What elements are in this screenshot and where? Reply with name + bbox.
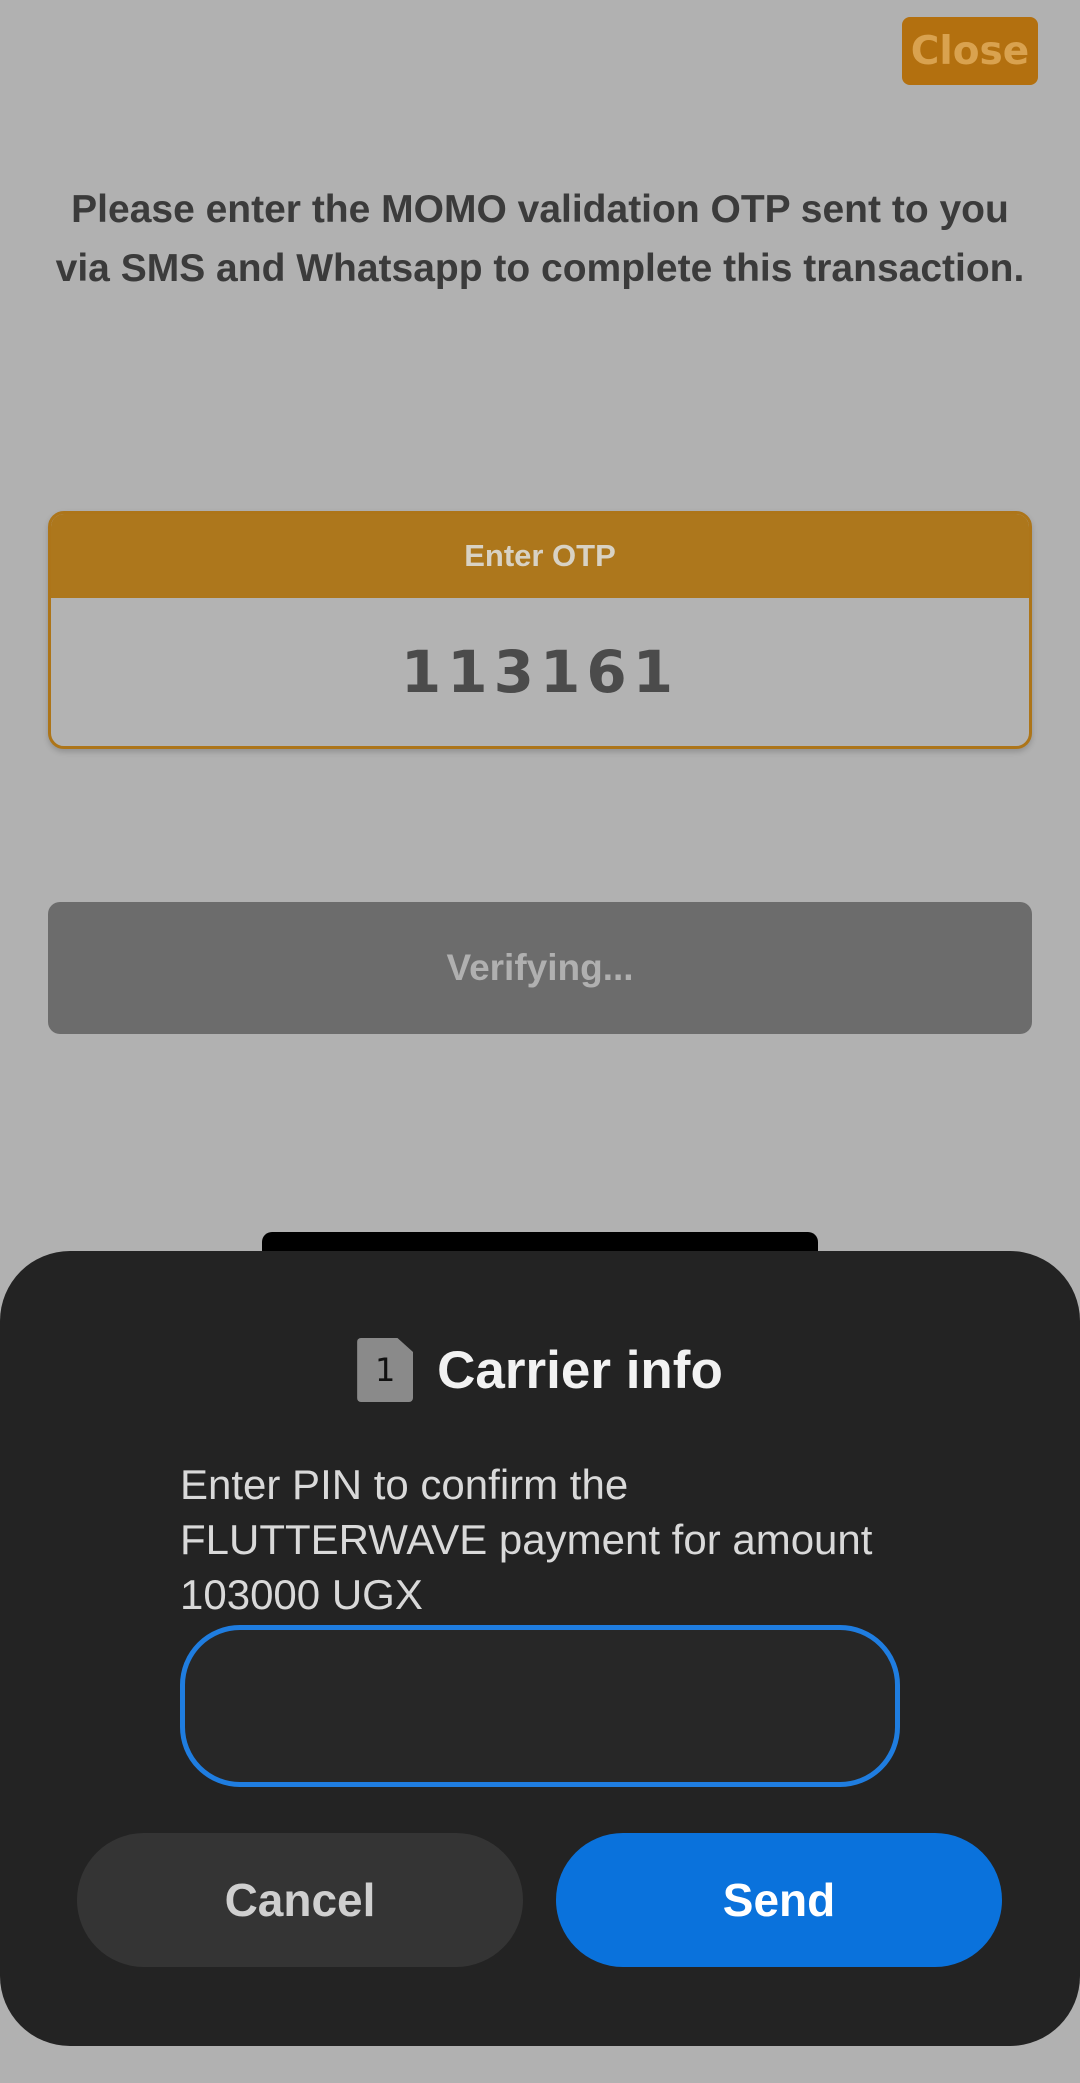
verifying-button[interactable]: Verifying... bbox=[48, 902, 1032, 1034]
sim-slot-number: 1 bbox=[374, 1351, 396, 1389]
dialog-title: Carrier info bbox=[437, 1340, 723, 1400]
otp-header: Enter OTP bbox=[51, 514, 1029, 598]
close-button[interactable]: Close bbox=[902, 17, 1038, 85]
otp-instruction: Please enter the MOMO validation OTP sen… bbox=[55, 188, 1025, 290]
carrier-info-dialog: 1 Carrier info Enter PIN to confirm the … bbox=[0, 1251, 1080, 2046]
send-button[interactable]: Send bbox=[556, 1833, 1002, 1967]
otp-card: Enter OTP 113161 bbox=[48, 511, 1032, 749]
cancel-button[interactable]: Cancel bbox=[77, 1833, 523, 1967]
pin-input[interactable] bbox=[180, 1625, 900, 1787]
dialog-message: Enter PIN to confirm the FLUTTERWAVE pay… bbox=[180, 1461, 873, 1618]
otp-input[interactable]: 113161 bbox=[51, 598, 1029, 746]
sim-card-icon: 1 bbox=[357, 1338, 414, 1402]
dialog-title-row: 1 Carrier info bbox=[0, 1335, 1080, 1405]
